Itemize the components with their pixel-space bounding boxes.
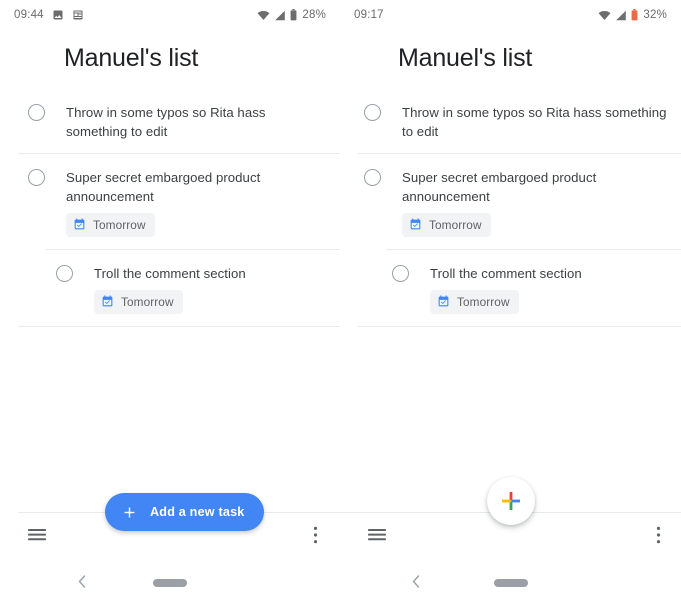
- battery-low-icon: [631, 9, 638, 21]
- task-content: Troll the comment section Tomorrow: [430, 264, 667, 314]
- task-title: Super secret embargoed product announcem…: [402, 169, 597, 204]
- task-title: Super secret embargoed product announcem…: [66, 169, 261, 204]
- task-content: Troll the comment section Tomorrow: [94, 264, 326, 314]
- task-checkbox[interactable]: [392, 264, 409, 282]
- status-bar-right-group: 32%: [598, 9, 667, 21]
- task-checkbox[interactable]: [28, 103, 45, 121]
- hamburger-menu-icon[interactable]: [28, 528, 46, 542]
- system-navigation-left: [0, 557, 340, 609]
- dual-screenshot-stage: 09:44 28% Manuel's list Throw in some ty…: [0, 0, 681, 609]
- status-bar-right-group: 28%: [257, 9, 326, 21]
- article-icon: [72, 9, 84, 21]
- status-bar-right: 09:17 32%: [340, 0, 681, 30]
- list-divider: [358, 325, 681, 327]
- google-plus-icon: [499, 489, 523, 513]
- task-content: Super secret embargoed product announcem…: [66, 168, 326, 237]
- task-list-right: Throw in some typos so Rita hass somethi…: [340, 89, 681, 327]
- hamburger-menu-icon[interactable]: [368, 528, 386, 542]
- bottom-app-bar-left: [0, 513, 340, 557]
- page-title: Manuel's list: [398, 44, 533, 72]
- status-bar-left-group: 09:44: [14, 9, 84, 21]
- task-row[interactable]: Super secret embargoed product announcem…: [0, 154, 340, 249]
- calendar-check-icon: [437, 295, 450, 308]
- due-date-chip[interactable]: Tomorrow: [94, 289, 183, 314]
- bottom-app-bar-right: [340, 513, 681, 557]
- due-date-chip[interactable]: Tomorrow: [402, 212, 491, 237]
- status-time: 09:44: [14, 9, 44, 21]
- task-row[interactable]: Super secret embargoed product announcem…: [340, 154, 681, 249]
- task-content: Throw in some typos so Rita hass somethi…: [402, 103, 667, 141]
- due-date-label: Tomorrow: [93, 217, 146, 232]
- due-date-label: Tomorrow: [429, 217, 482, 232]
- task-content: Super secret embargoed product announcem…: [402, 168, 667, 237]
- battery-percent: 32%: [643, 9, 667, 21]
- task-title: Troll the comment section: [94, 265, 246, 281]
- system-navigation-right: [340, 557, 681, 609]
- signal-icon: [274, 10, 286, 21]
- due-date-chip[interactable]: Tomorrow: [430, 289, 519, 314]
- due-date-label: Tomorrow: [457, 294, 510, 309]
- task-row-subtask[interactable]: Troll the comment section Tomorrow: [340, 250, 681, 326]
- task-list-left: Throw in some typos so Rita hass somethi…: [0, 89, 340, 327]
- wifi-icon: [257, 10, 270, 21]
- task-title: Throw in some typos so Rita hass somethi…: [66, 104, 266, 139]
- calendar-check-icon: [409, 218, 422, 231]
- more-vert-icon[interactable]: [313, 525, 318, 545]
- task-row-subtask[interactable]: Troll the comment section Tomorrow: [0, 250, 340, 326]
- chevron-left-icon[interactable]: [412, 575, 420, 591]
- due-date-label: Tomorrow: [121, 294, 174, 309]
- calendar-check-icon: [101, 295, 114, 308]
- list-divider: [18, 325, 340, 327]
- wifi-icon: [598, 10, 611, 21]
- image-icon: [52, 9, 64, 21]
- phone-screen-right: 09:17 32% Manuel's list Throw in some ty…: [340, 0, 681, 609]
- task-checkbox[interactable]: [364, 168, 381, 186]
- page-title: Manuel's list: [64, 44, 199, 72]
- battery-icon: [290, 9, 297, 21]
- chevron-left-icon[interactable]: [78, 575, 86, 591]
- home-pill[interactable]: [493, 579, 528, 587]
- task-content: Throw in some typos so Rita hass somethi…: [66, 103, 326, 141]
- status-bar-left: 09:44 28%: [0, 0, 340, 30]
- task-checkbox[interactable]: [28, 168, 45, 186]
- home-pill[interactable]: [153, 579, 187, 587]
- phone-screen-left: 09:44 28% Manuel's list Throw in some ty…: [0, 0, 340, 609]
- task-checkbox[interactable]: [56, 264, 73, 282]
- battery-percent: 28%: [302, 9, 326, 21]
- status-bar-left-group: 09:17: [354, 9, 384, 21]
- task-title: Throw in some typos so Rita hass somethi…: [402, 104, 667, 139]
- task-row[interactable]: Throw in some typos so Rita hass somethi…: [340, 89, 681, 153]
- task-title: Troll the comment section: [430, 265, 582, 281]
- task-row[interactable]: Throw in some typos so Rita hass somethi…: [0, 89, 340, 153]
- more-vert-icon[interactable]: [656, 525, 661, 545]
- calendar-check-icon: [73, 218, 86, 231]
- due-date-chip[interactable]: Tomorrow: [66, 212, 155, 237]
- task-checkbox[interactable]: [364, 103, 381, 121]
- signal-icon: [615, 10, 627, 21]
- status-time: 09:17: [354, 9, 384, 21]
